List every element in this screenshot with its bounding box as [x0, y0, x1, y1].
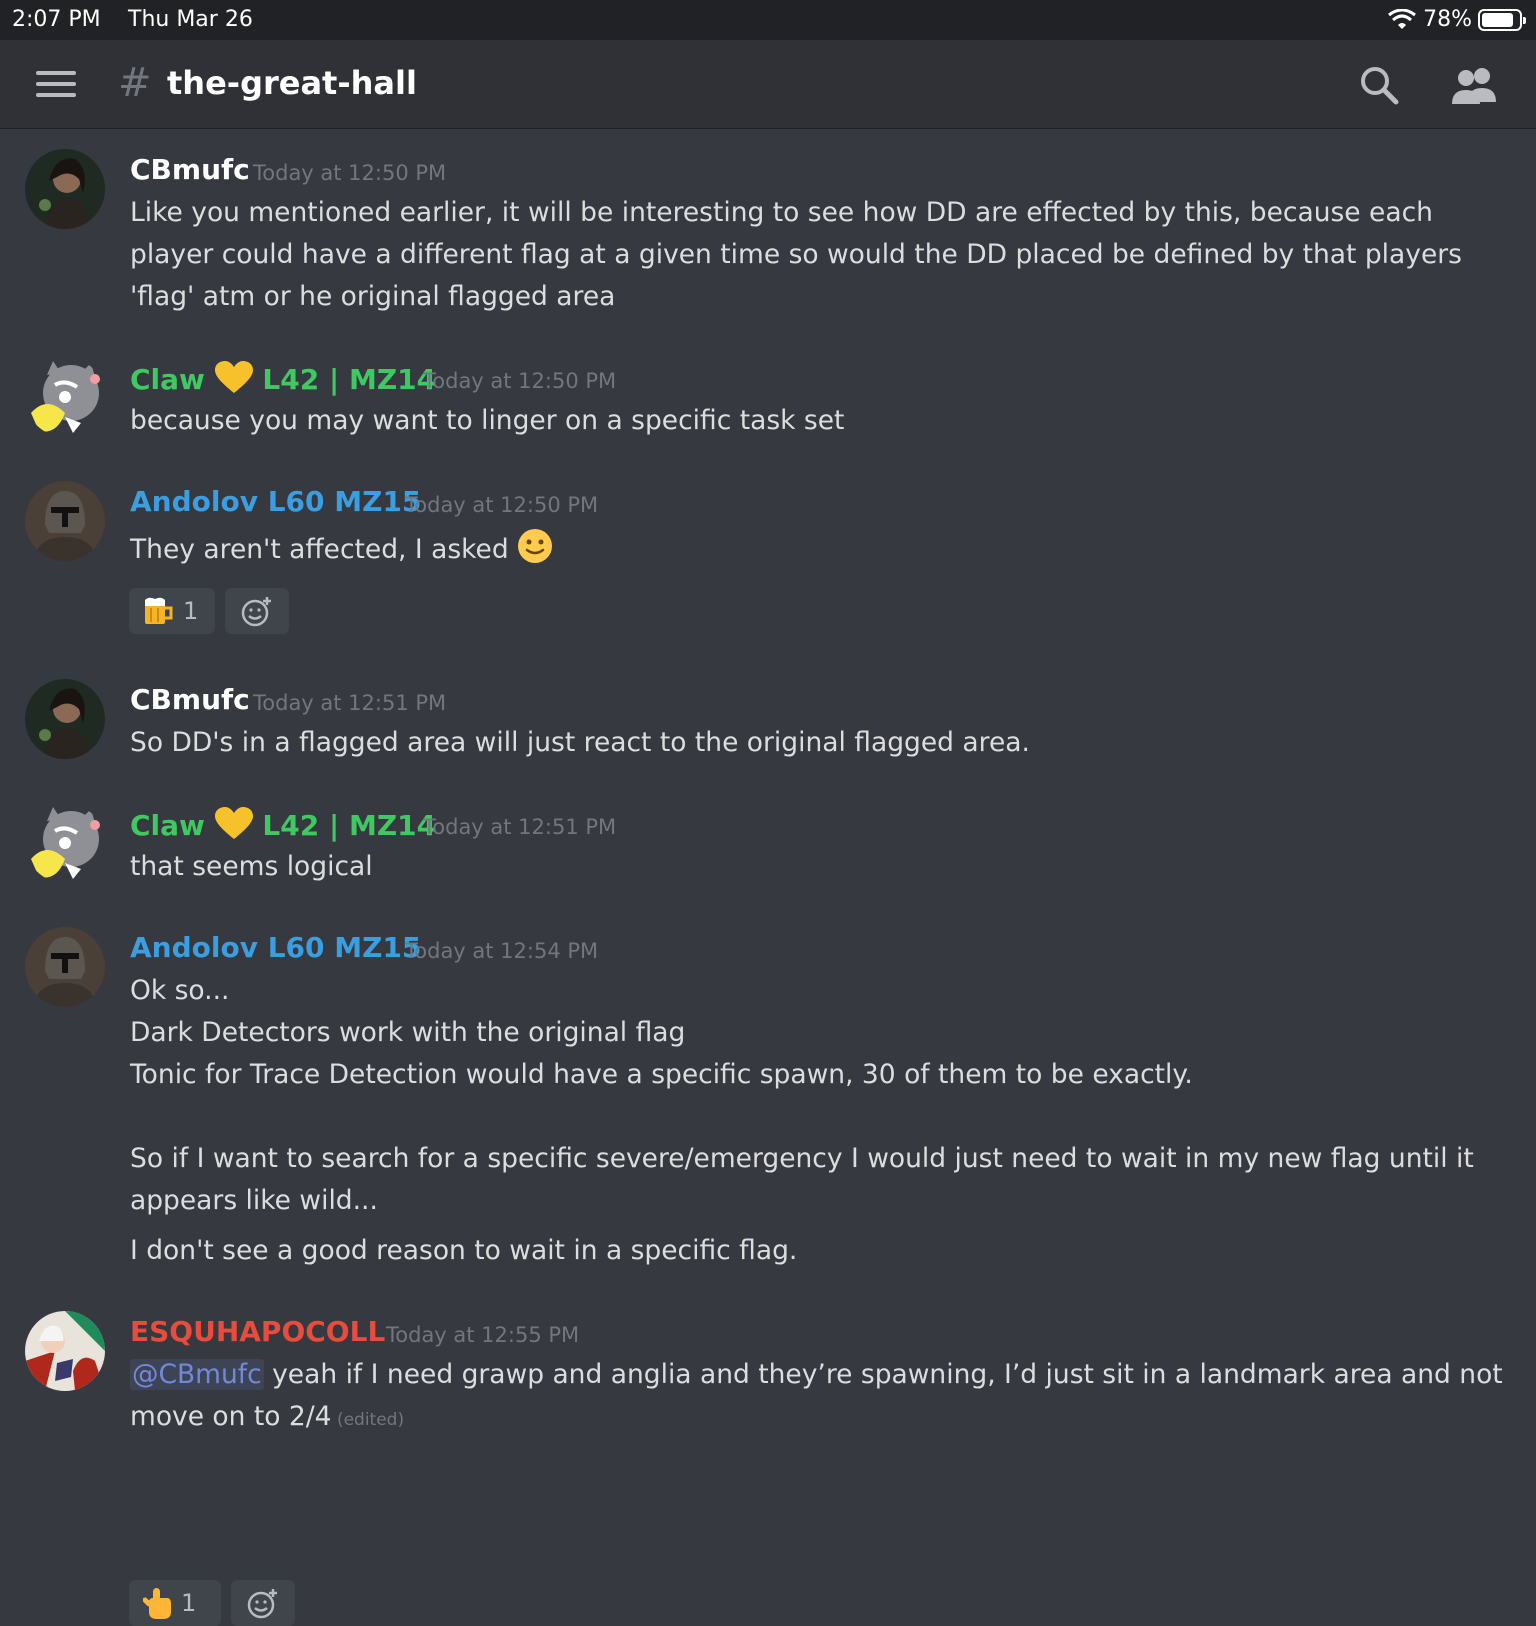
- avatar[interactable]: [25, 481, 105, 561]
- message-author[interactable]: CBmufc: [130, 153, 250, 186]
- message-timestamp: Today at 12:51 PM: [253, 691, 447, 715]
- message-timestamp: Today at 12:50 PM: [253, 161, 447, 185]
- message-timestamp: Today at 12:50 PM: [423, 369, 617, 393]
- reaction-beer[interactable]: 1: [129, 588, 215, 634]
- battery-percent: 78%: [1423, 7, 1472, 32]
- edited-label: (edited): [331, 1410, 405, 1430]
- status-bar: 2:07 PM Thu Mar 26 78%: [0, 0, 1536, 40]
- author-suffix: L42 | MZ14: [262, 363, 437, 396]
- message-timestamp: Today at 12:54 PM: [405, 939, 599, 963]
- message-timestamp: Today at 12:50 PM: [405, 493, 599, 517]
- author-suffix: L42 | MZ14: [262, 809, 437, 842]
- yellow-heart-icon: [214, 807, 253, 839]
- message-text: Like you mentioned earlier, it will be i…: [130, 197, 1462, 312]
- message-author[interactable]: Claw L42 | MZ14: [130, 807, 436, 842]
- message-line: I don't see a good reason to wait in a s…: [130, 1235, 798, 1266]
- beer-mug-icon: [145, 597, 173, 624]
- message-text: @CBmufc yeah if I need grawp and anglia …: [130, 1354, 1520, 1441]
- message-line: Tonic for Trace Detection would have a s…: [130, 1059, 1193, 1090]
- wifi-icon: [1388, 8, 1417, 29]
- user-mention[interactable]: @CBmufc: [130, 1359, 264, 1390]
- slightly-smiling-emoji-icon: [518, 529, 553, 563]
- message-author[interactable]: Andolov L60 MZ15: [130, 485, 421, 518]
- message-text: because you may want to linger on a spec…: [130, 405, 845, 436]
- avatar[interactable]: [25, 803, 105, 883]
- message-timestamp: Today at 12:55 PM: [386, 1323, 580, 1347]
- avatar[interactable]: [25, 149, 105, 229]
- yellow-heart-icon: [214, 361, 253, 393]
- channel-header: # the-great-hall: [0, 40, 1536, 129]
- message-author[interactable]: Claw L42 | MZ14: [130, 361, 436, 396]
- author-name: Claw: [130, 363, 205, 396]
- message-line: Dark Detectors work with the original fl…: [130, 1017, 686, 1048]
- message-author[interactable]: CBmufc: [130, 683, 250, 716]
- reaction-count: 1: [181, 1589, 197, 1617]
- pointing-up-hand-icon: [143, 1588, 171, 1619]
- avatar[interactable]: [25, 1311, 105, 1391]
- message-text: They aren't affected, I asked: [130, 528, 1520, 571]
- search-icon[interactable]: [1358, 64, 1402, 108]
- message-timestamp: Today at 12:51 PM: [423, 815, 617, 839]
- add-reaction-button[interactable]: [231, 1580, 295, 1626]
- reaction-count: 1: [183, 597, 199, 625]
- message-line: So if I want to search for a specific se…: [130, 1143, 1474, 1216]
- status-date: Thu Mar 26: [128, 7, 253, 32]
- avatar[interactable]: [25, 679, 105, 759]
- add-reaction-button[interactable]: [225, 588, 289, 634]
- message-author[interactable]: Andolov L60 MZ15: [130, 931, 421, 964]
- hamburger-menu-icon[interactable]: [36, 71, 76, 99]
- add-emoji-icon: [247, 1589, 277, 1619]
- status-time: 2:07 PM: [12, 7, 101, 32]
- battery-icon: [1478, 8, 1526, 31]
- reaction-point-up[interactable]: 1: [129, 1580, 221, 1626]
- channel-name: the-great-hall: [167, 64, 417, 102]
- channel-hash-icon: #: [118, 60, 152, 106]
- message-author[interactable]: ESQUHAPOCOLL: [130, 1315, 385, 1348]
- message-text-content: They aren't affected, I asked: [130, 534, 509, 565]
- author-name: Claw: [130, 809, 205, 842]
- message-line: Ok so...: [130, 975, 230, 1006]
- avatar[interactable]: [25, 927, 105, 1007]
- status-indicators: 78%: [1387, 7, 1526, 32]
- add-emoji-icon: [241, 597, 271, 627]
- members-icon[interactable]: [1446, 64, 1502, 108]
- message-text: that seems logical: [130, 851, 373, 882]
- message-text: So DD's in a flagged area will just reac…: [130, 727, 1030, 758]
- avatar[interactable]: [25, 357, 105, 437]
